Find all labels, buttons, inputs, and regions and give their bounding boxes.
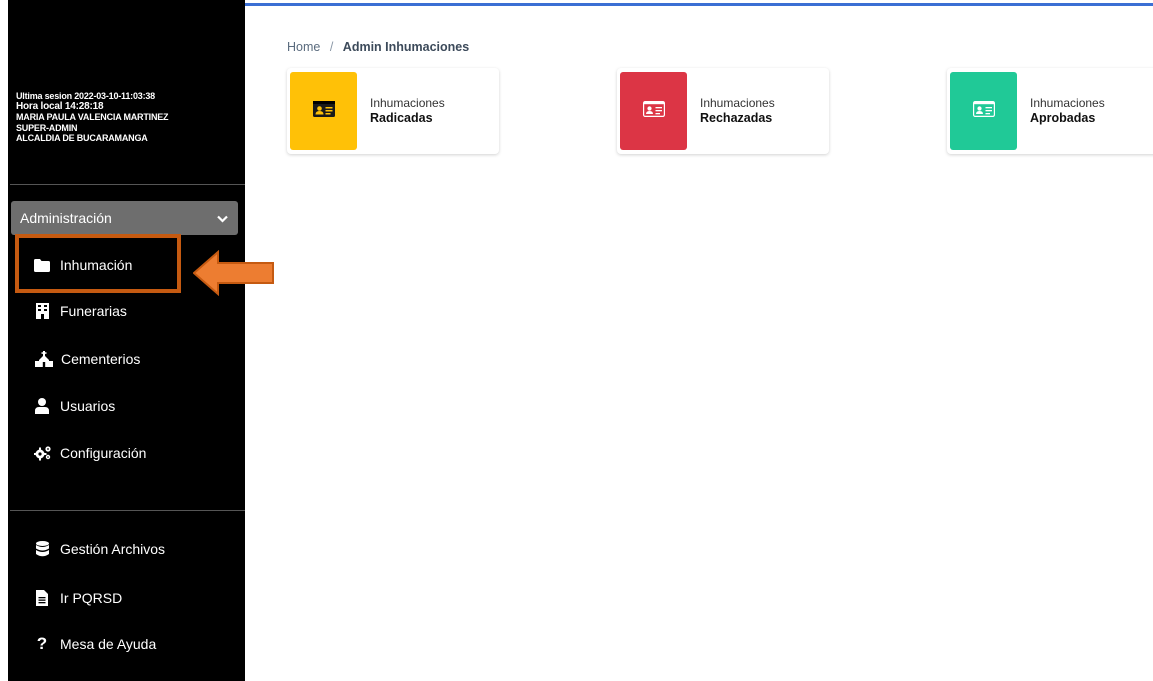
card-aprobadas[interactable]: Inhumaciones Aprobadas — [947, 68, 1153, 154]
sidebar-item-label: Configuración — [60, 445, 147, 461]
card-radicadas[interactable]: Inhumaciones Radicadas — [287, 68, 499, 154]
sidebar-item-label: Gestión Archivos — [60, 541, 166, 557]
sidebar: Ultima sesion 2022-03-10-11:03:38 Hora l… — [8, 0, 245, 681]
sidebar-item-label: Cementerios — [61, 351, 141, 367]
session-info: Ultima sesion 2022-03-10-11:03:38 Hora l… — [16, 91, 169, 144]
sidebar-item-label: Mesa de Ayuda — [60, 636, 157, 652]
last-session-text: Ultima sesion 2022-03-10-11:03:38 — [16, 91, 155, 101]
card-text: Inhumaciones Radicadas — [370, 96, 445, 126]
sidebar-divider — [10, 510, 245, 511]
breadcrumb: Home / Admin Inhumaciones — [287, 40, 469, 54]
id-card-icon — [972, 100, 995, 122]
card-title: Inhumaciones — [700, 96, 775, 110]
sidebar-item-funerarias[interactable]: Funerarias — [34, 301, 127, 321]
card-text: Inhumaciones Aprobadas — [1030, 96, 1105, 126]
database-icon — [34, 541, 50, 557]
id-card-icon — [312, 100, 335, 122]
question-icon: ? — [36, 634, 48, 653]
sidebar-item-mesa-de-ayuda[interactable]: ? Mesa de Ayuda — [34, 634, 156, 654]
sidebar-item-cementerios[interactable]: Cementerios — [34, 349, 140, 369]
sidebar-item-label: Usuarios — [60, 398, 116, 414]
card-text: Inhumaciones Rechazadas — [700, 96, 775, 126]
sidebar-item-configuracion[interactable]: Configuración — [34, 443, 146, 463]
building-icon — [34, 303, 50, 319]
annotation-highlight-box — [15, 234, 181, 293]
sidebar-item-usuarios[interactable]: Usuarios — [34, 396, 115, 416]
top-accent-bar — [245, 3, 1153, 6]
gears-icon — [34, 445, 52, 461]
id-card-icon — [642, 100, 665, 122]
sidebar-item-label: Ir PQRSD — [60, 590, 123, 606]
menu-header-label: Administración — [20, 210, 112, 226]
card-title: Inhumaciones — [370, 96, 445, 110]
card-subtitle: Radicadas — [370, 111, 433, 125]
breadcrumb-home-link[interactable]: Home — [287, 40, 320, 54]
menu-header-administracion[interactable]: Administración — [11, 201, 238, 235]
user-name-text: MARIA PAULA VALENCIA MARTINEZ — [16, 112, 169, 122]
breadcrumb-separator: / — [329, 40, 334, 54]
chevron-down-icon — [217, 210, 228, 226]
sidebar-item-gestion-archivos[interactable]: Gestión Archivos — [34, 539, 165, 559]
card-icon-tile — [290, 72, 357, 150]
organization-text: ALCALDIA DE BUCARAMANGA — [16, 133, 148, 143]
church-icon — [34, 351, 54, 367]
user-role-text: SUPER-ADMIN — [16, 122, 78, 133]
breadcrumb-current: Admin Inhumaciones — [342, 40, 470, 54]
card-title: Inhumaciones — [1030, 96, 1105, 110]
sidebar-divider — [10, 184, 245, 185]
sidebar-item-label: Funerarias — [60, 303, 127, 319]
card-subtitle: Rechazadas — [700, 111, 773, 125]
local-time-text: Hora local 14:28:18 — [16, 100, 104, 112]
sidebar-item-ir-pqrsd[interactable]: Ir PQRSD — [34, 588, 122, 608]
card-subtitle: Aprobadas — [1030, 111, 1096, 125]
user-icon — [34, 398, 50, 414]
card-icon-tile — [950, 72, 1017, 150]
card-icon-tile — [620, 72, 687, 150]
annotation-arrow-icon — [192, 249, 275, 301]
file-icon — [34, 590, 50, 606]
card-rechazadas[interactable]: Inhumaciones Rechazadas — [617, 68, 829, 154]
